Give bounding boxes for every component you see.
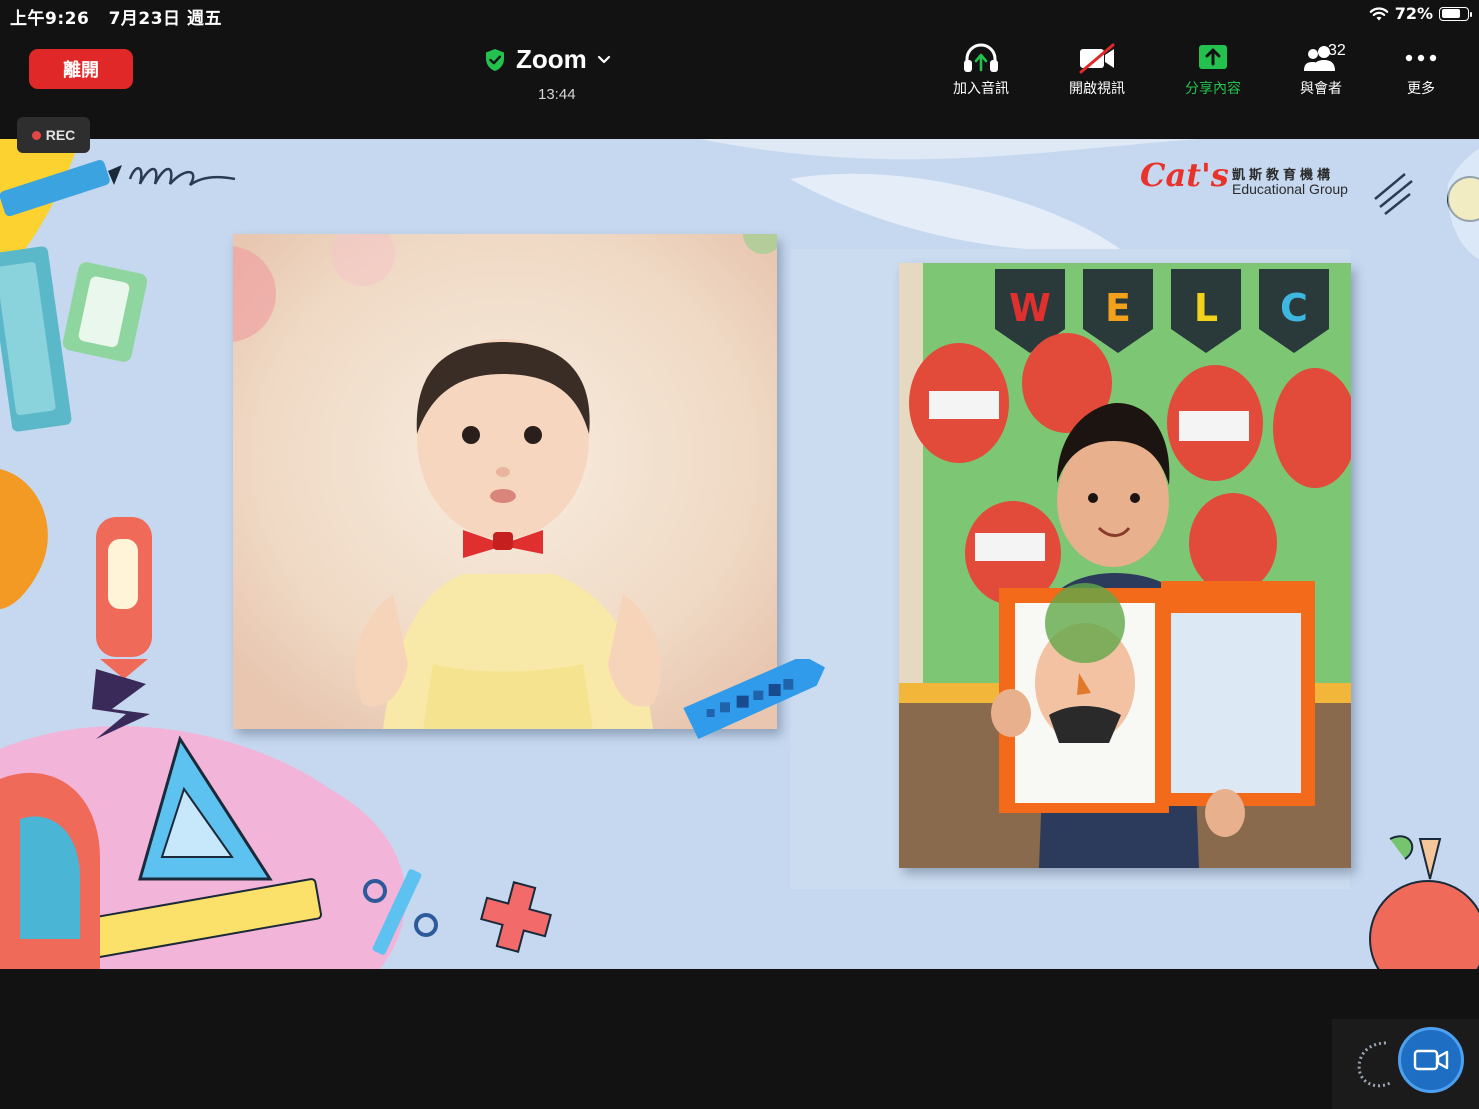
status-time: 上午9:26 7月23日 週五 [10,4,222,29]
share-content-button[interactable]: 分享內容 [1168,42,1258,102]
start-video-label: 開啟視訊 [1069,81,1125,97]
start-video-button[interactable]: 開啟視訊 [1052,42,1142,102]
leave-button[interactable]: 離開 [29,49,133,89]
headphones-icon [964,43,998,72]
record-dot-icon [31,130,41,140]
battery-percent: 72% [1394,4,1433,23]
shield-check-icon [486,48,504,71]
welcome-letter: E [1105,286,1131,330]
welcome-letter: W [1009,286,1051,330]
status-date: 7月23日 週五 [108,9,222,29]
welcome-letter: L [1194,286,1218,330]
more-dots-icon [1405,54,1437,62]
status-clock: 上午9:26 [10,9,90,29]
participants-label: 與會者 [1300,81,1342,97]
participants-button[interactable]: 32 與會者 [1276,42,1366,102]
share-screen-icon [1199,45,1227,69]
battery-icon [1439,6,1472,21]
more-label: 更多 [1407,81,1435,97]
logo-brand: Cat's [1140,156,1229,194]
bottom-area [0,969,1479,1109]
meeting-timer: 13:44 [538,86,576,103]
meeting-info[interactable]: Zoom 13:44 [484,44,629,104]
name-banner [683,659,825,739]
participants-count: 32 [1328,42,1346,59]
share-content-label: 分享內容 [1185,81,1241,97]
more-button[interactable]: 更多 [1376,42,1466,102]
meeting-toolbar: 離開 Zoom 13:44 加入音訊 開啟視訊 分享內容 32 與會者 更多 [0,30,1479,108]
baby-photo-image [233,234,777,729]
rec-strip [0,108,1479,139]
logo-english-name: Educational Group [1232,181,1348,197]
battery-fill [1441,9,1460,18]
organization-logo: Cat's 凱斯教育機構 Educational Group [1140,156,1360,204]
welcome-letter: C [1280,286,1308,330]
baby-photo [233,234,777,729]
status-indicators: 72% [1369,4,1472,23]
chevron-down-icon [597,55,610,63]
logo-watermark-icon [1357,1041,1391,1088]
recording-label: REC [45,127,76,143]
join-audio-label: 加入音訊 [953,81,1009,97]
join-audio-button[interactable]: 加入音訊 [936,42,1026,102]
child-photo-image: WELC [899,263,1351,868]
video-off-icon [1079,43,1115,74]
status-bar: 上午9:26 7月23日 週五 72% [0,0,1479,30]
recording-badge: REC [17,117,90,153]
wifi-icon [1369,6,1389,20]
meeting-title-row: Zoom [484,44,629,75]
child-photo: WELC [899,263,1351,868]
video-camera-icon [1413,1049,1449,1071]
meeting-title: Zoom [516,44,587,74]
shared-screen: Cat's 凱斯教育機構 Educational Group W E L C [0,139,1479,969]
video-camera-button[interactable] [1398,1027,1464,1093]
